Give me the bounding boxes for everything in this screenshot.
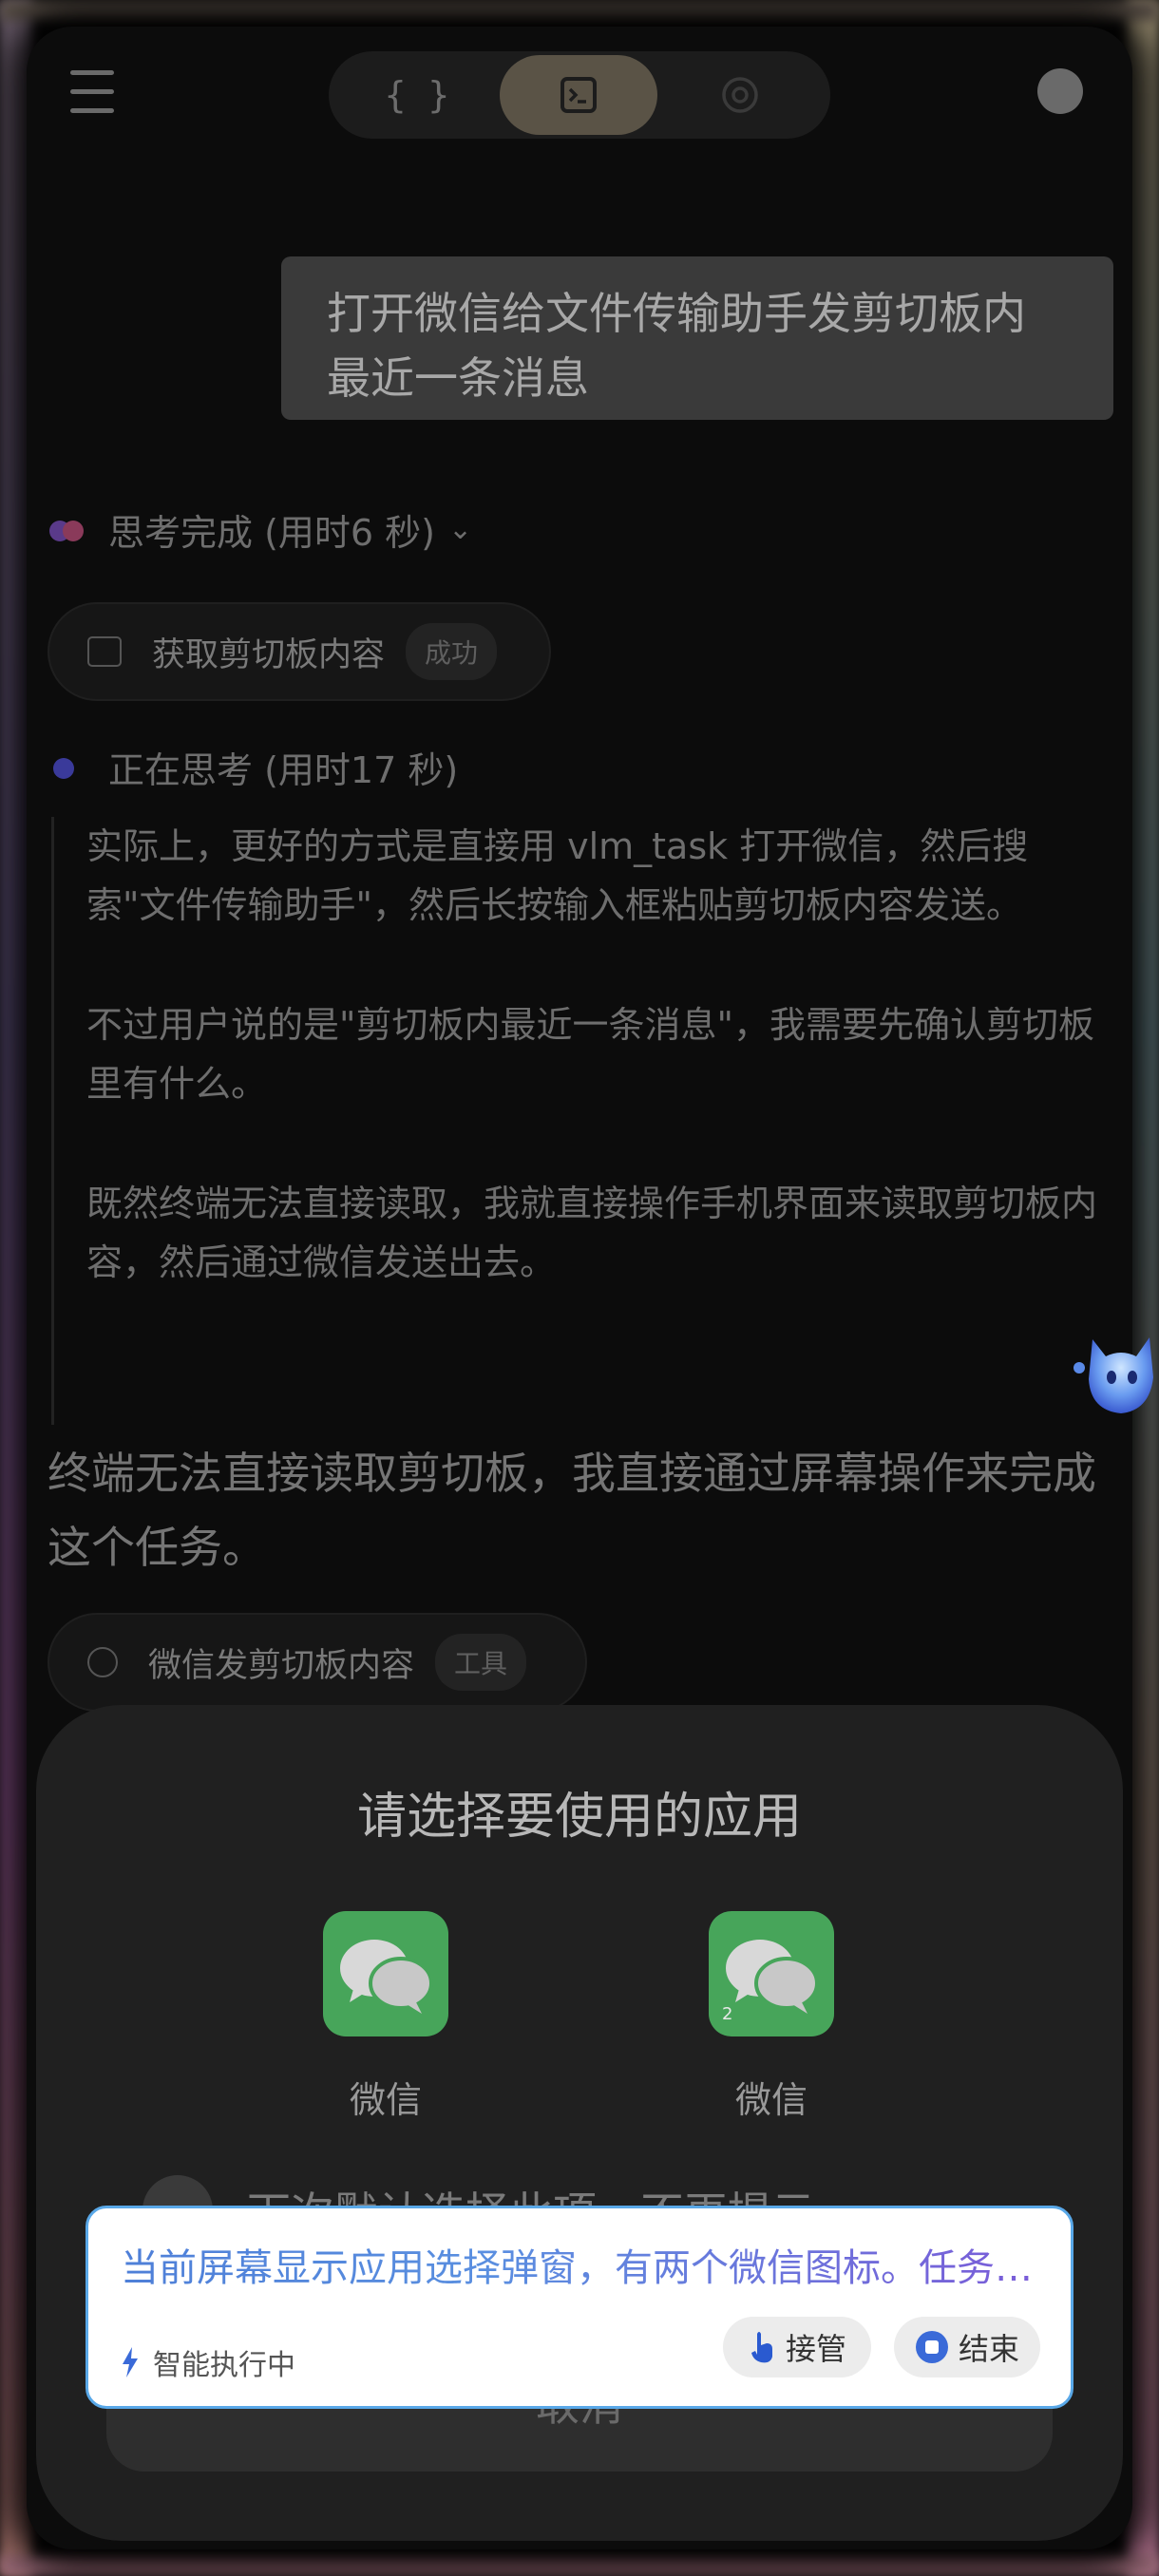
status-badge: 成功 xyxy=(406,623,498,680)
lightning-icon xyxy=(123,2347,138,2377)
browser-icon xyxy=(722,77,758,113)
think-done-label: 思考完成 (用时6 秒) xyxy=(108,512,435,554)
tool-chip-clipboard[interactable]: 获取剪切板内容 成功 xyxy=(48,602,551,701)
wechat-app-icon[interactable] xyxy=(323,1911,448,2036)
takeover-button[interactable]: 接管 xyxy=(723,2317,871,2377)
end-label: 结束 xyxy=(958,2331,1019,2367)
spinner-icon xyxy=(87,1647,118,1677)
menu-icon[interactable] xyxy=(70,68,114,118)
chevron-down-icon: ⌄ xyxy=(448,513,473,546)
assistant-mascot-icon[interactable] xyxy=(1074,1320,1159,1425)
mode-switch: { } xyxy=(329,51,830,139)
thinking-dots-icon xyxy=(49,517,91,543)
clipboard-icon xyxy=(87,636,122,667)
wechat-app-label: 微信 xyxy=(349,2079,422,2121)
terminal-icon xyxy=(560,77,597,113)
app-chooser-title: 请选择要使用的应用 xyxy=(356,1789,802,1846)
assistant-answer: 终端无法直接读取剪切板，我直接通过屏幕操作来完成这个任务。 xyxy=(48,1448,1096,1573)
clone-badge: 2 xyxy=(722,2004,733,2024)
tool-chip-label: 获取剪切板内容 xyxy=(152,635,386,674)
glow-edge-bottom xyxy=(0,2555,1159,2576)
user-message-bubble: 打开微信给文件传输助手发剪切板内最近一条消息 xyxy=(281,256,1113,420)
thinking-row[interactable]: 正在思考 (用时17 秒) xyxy=(49,741,458,793)
terminal-mode-button[interactable] xyxy=(500,55,657,135)
takeover-label: 接管 xyxy=(785,2331,846,2367)
status-state: 智能执行中 xyxy=(153,2349,295,2382)
stop-icon xyxy=(915,2331,948,2363)
browser-mode-button[interactable] xyxy=(661,55,819,135)
thought-paragraph: 不过用户说的是"剪切板内最近一条消息"，我需要先确认剪切板里有什么。 xyxy=(86,1004,1094,1105)
thinking-label: 正在思考 (用时17 秒) xyxy=(108,749,459,791)
thought-content: 实际上，更好的方式是直接用 vlm_task 打开微信，然后搜索"文件传输助手"… xyxy=(51,817,1115,1425)
thought-paragraph: 实际上，更好的方式是直接用 vlm_task 打开微信，然后搜索"文件传输助手"… xyxy=(86,825,1029,926)
code-mode-button[interactable]: { } xyxy=(338,55,496,135)
wechat-icon xyxy=(340,1940,433,2014)
agent-status-card: 当前屏幕显示应用选择弹窗，有两个微信图标。任务需要打开微信给文件传输助手发送消息… xyxy=(86,2206,1074,2409)
status-message: 当前屏幕显示应用选择弹窗，有两个微信图标。任务需要打开微信给文件传输助手发送消息 xyxy=(121,2237,1033,2292)
tool-chip-label: 微信发剪切板内容 xyxy=(148,1646,415,1685)
status-indicator: 智能执行中 xyxy=(121,2341,295,2383)
avatar[interactable] xyxy=(1037,68,1083,114)
think-done-row[interactable]: 思考完成 (用时6 秒) ⌄ xyxy=(49,503,472,556)
tool-chip-wechat[interactable]: 微信发剪切板内容 工具 xyxy=(48,1613,587,1712)
tool-badge: 工具 xyxy=(435,1634,527,1691)
hand-pointer-icon xyxy=(750,2332,772,2363)
thought-paragraph: 既然终端无法直接读取，我就直接操作手机界面来读取剪切板内容，然后通过微信发送出去… xyxy=(86,1183,1098,1283)
thinking-dots-icon xyxy=(49,754,91,781)
glow-edge-top xyxy=(0,0,1159,21)
wechat-clone-app-icon[interactable]: 2 xyxy=(709,1911,834,2036)
wechat-clone-app-label: 微信 xyxy=(734,2079,808,2121)
end-button[interactable]: 结束 xyxy=(894,2317,1040,2377)
